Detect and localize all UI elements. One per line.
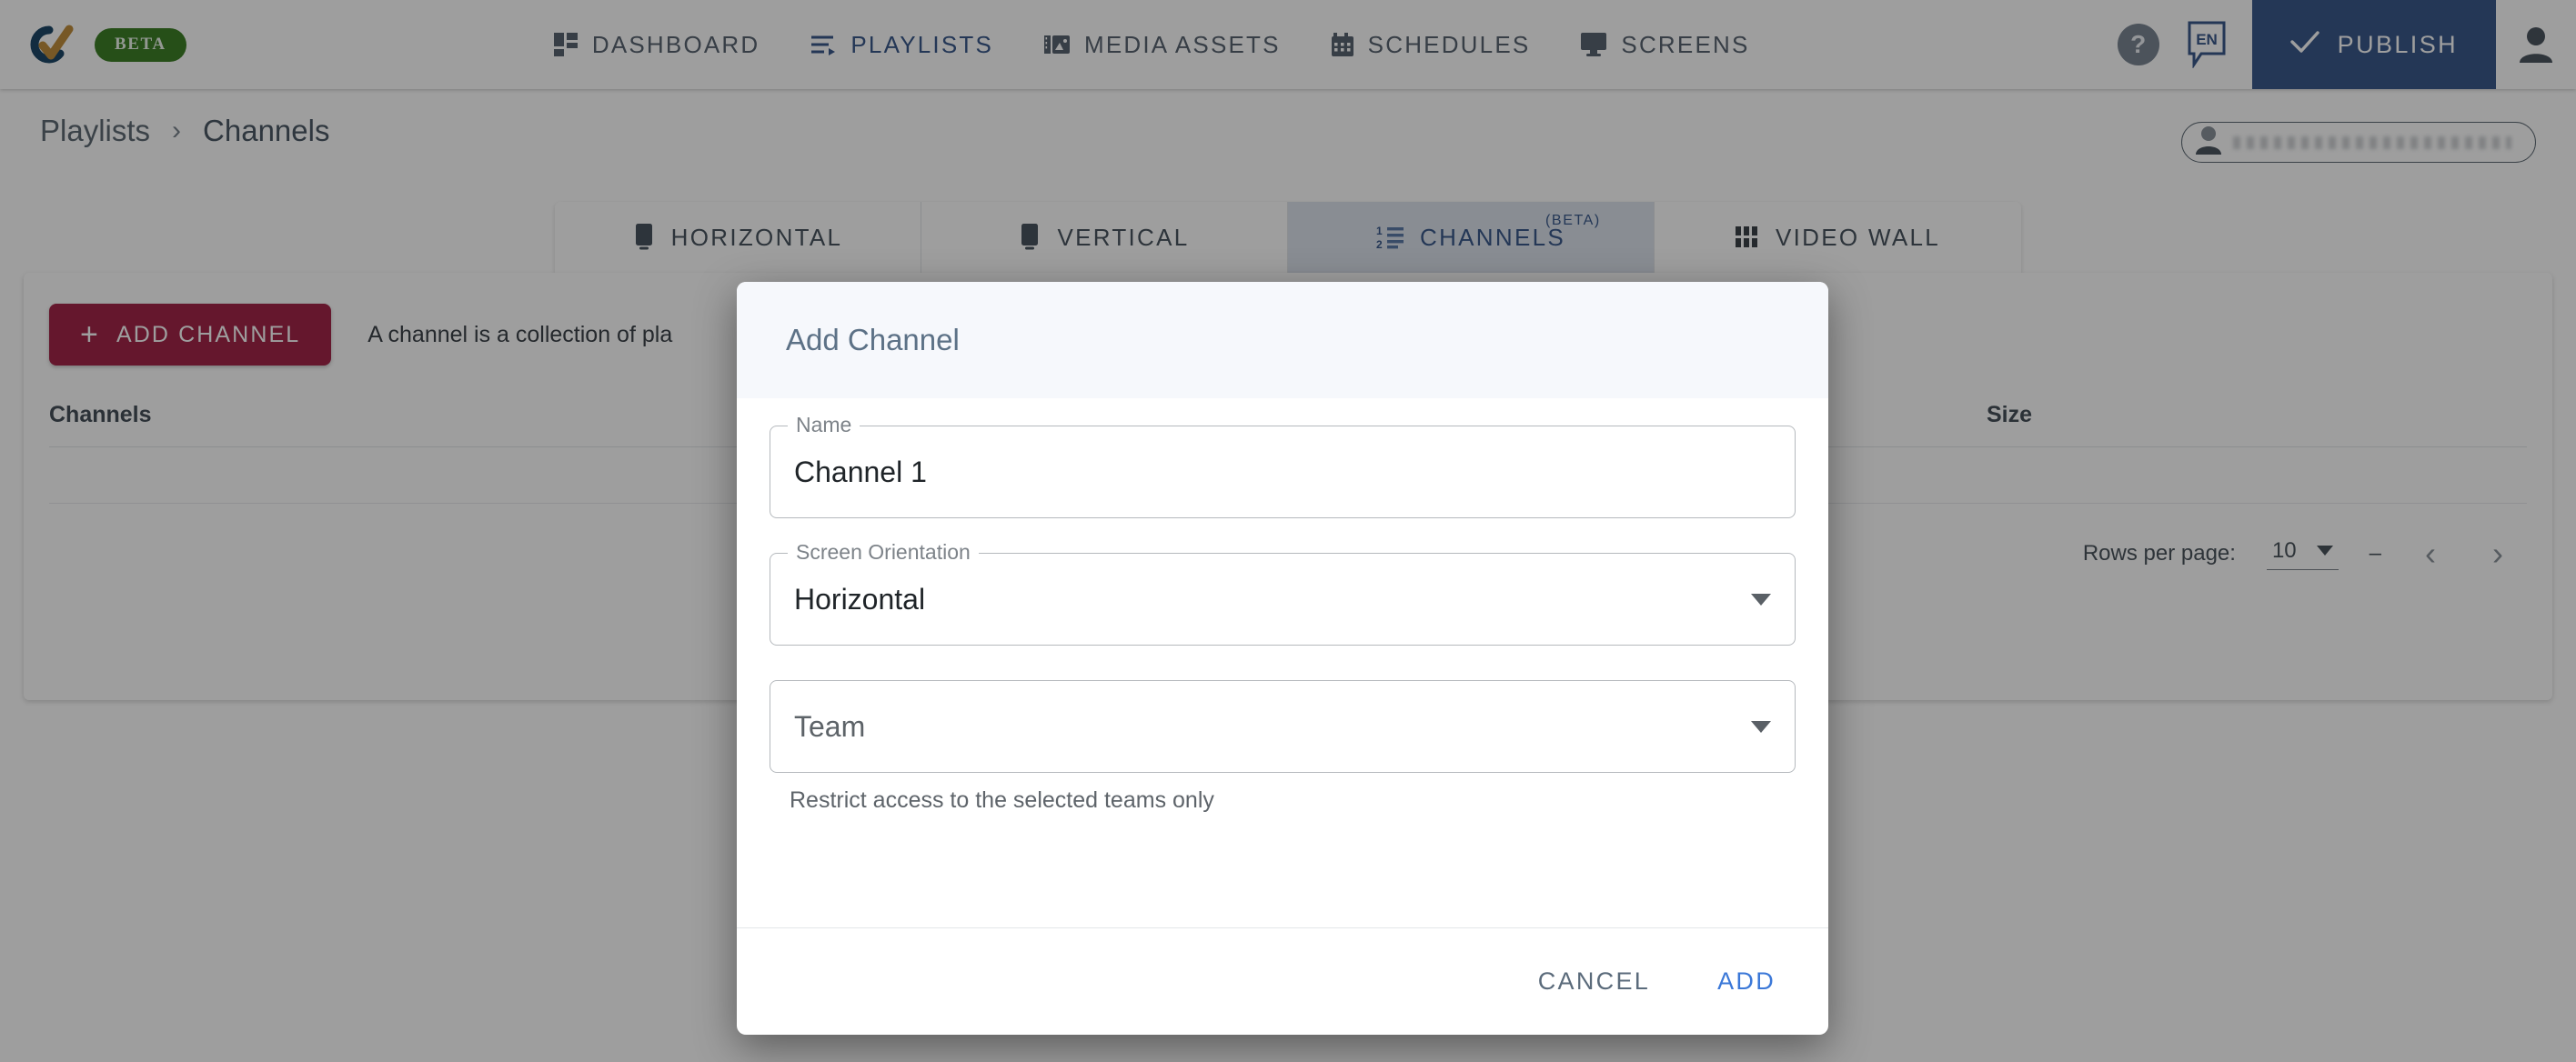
cancel-button[interactable]: CANCEL [1513, 953, 1675, 1010]
dialog-body: Name Channel 1 Screen Orientation Horizo… [737, 398, 1828, 927]
app-root: BETA DASHBOARD [0, 0, 2576, 1062]
add-button[interactable]: ADD [1692, 953, 1801, 1010]
field-name: Name Channel 1 [770, 426, 1796, 518]
name-input-value: Channel 1 [794, 456, 927, 489]
team-helper-text: Restrict access to the selected teams on… [790, 787, 1796, 814]
team-select-value: Team [794, 710, 865, 744]
screen-orientation-value: Horizontal [794, 583, 925, 616]
field-label-screen-orientation: Screen Orientation [788, 540, 979, 565]
dialog-title: Add Channel [786, 323, 960, 357]
field-label-name: Name [788, 413, 860, 437]
dialog-header: Add Channel [737, 282, 1828, 398]
name-input[interactable]: Channel 1 [770, 426, 1796, 518]
chevron-down-icon [1751, 594, 1771, 606]
screen-orientation-select[interactable]: Horizontal [770, 553, 1796, 646]
field-screen-orientation: Screen Orientation Horizontal [770, 553, 1796, 646]
field-team: Team [770, 680, 1796, 773]
add-channel-dialog: Add Channel Name Channel 1 Screen Orient… [737, 282, 1828, 1035]
chevron-down-icon [1751, 721, 1771, 733]
dialog-footer: CANCEL ADD [737, 927, 1828, 1035]
team-select[interactable]: Team [770, 680, 1796, 773]
